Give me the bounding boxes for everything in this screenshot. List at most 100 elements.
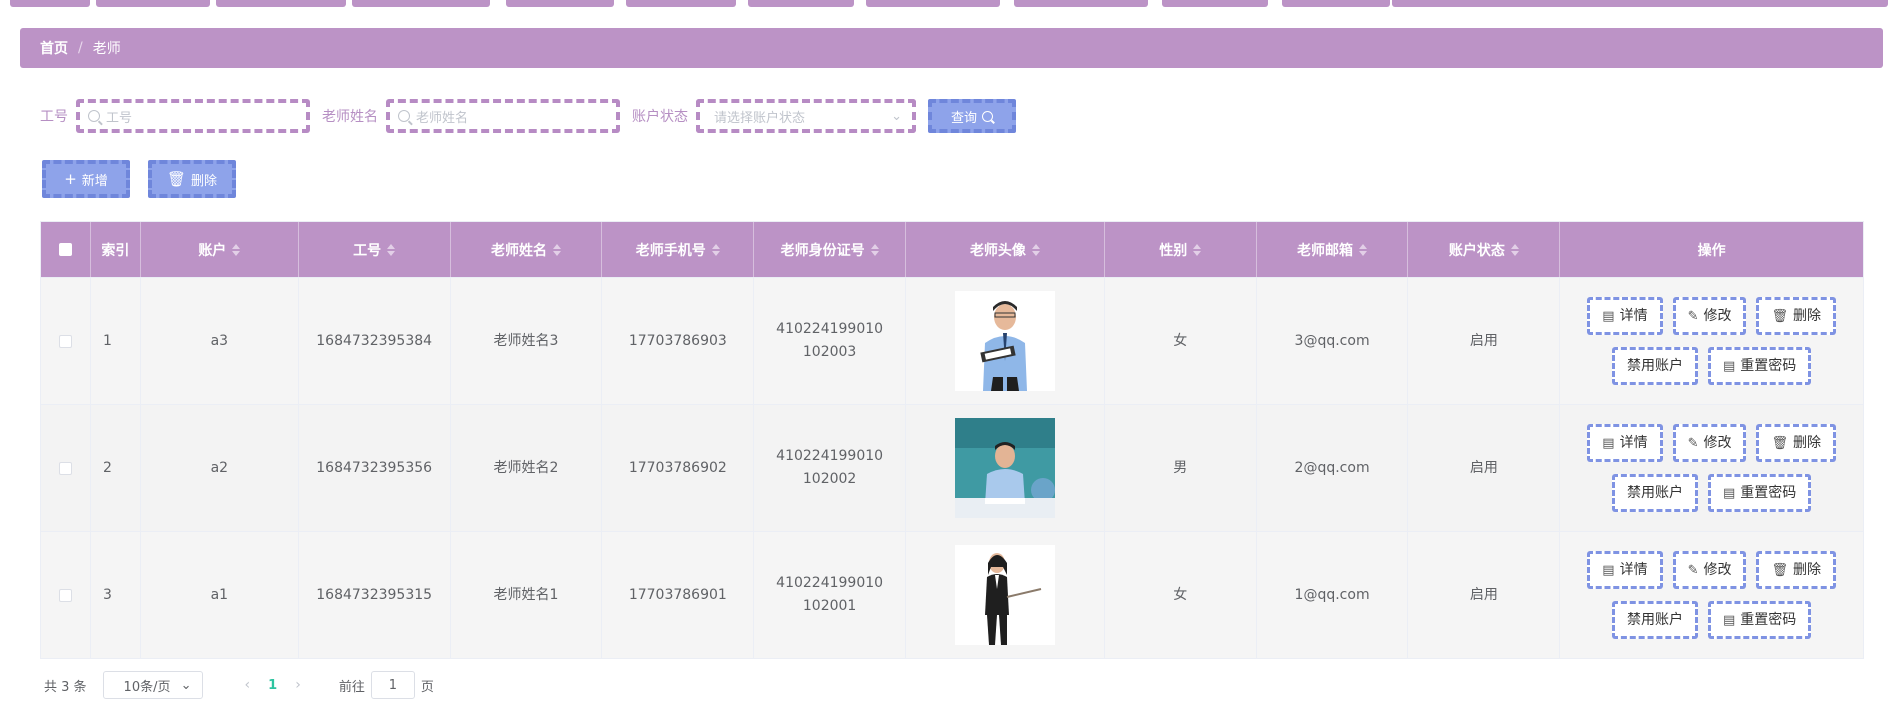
breadcrumb-separator: / (78, 40, 83, 56)
teacher-name-input[interactable]: 老师姓名 (386, 99, 620, 133)
nav-tab[interactable] (1282, 0, 1390, 7)
edit-label: 修改 (1703, 434, 1732, 451)
table-row: 1 a3 1684732395384 老师姓名3 17703786903 410… (41, 277, 1863, 404)
search-icon (88, 110, 100, 122)
phone-cell: 17703786902 (602, 405, 755, 531)
sort-icon[interactable] (387, 243, 396, 256)
document-icon: ▤ (1722, 485, 1736, 501)
add-label: 新增 (81, 173, 108, 189)
delete-button[interactable]: 🗑 删除 (1756, 551, 1836, 589)
sort-icon[interactable] (711, 243, 720, 256)
nav-tab[interactable] (626, 0, 736, 7)
sort-icon[interactable] (870, 243, 879, 256)
breadcrumb: 首页 / 老师 (20, 28, 1883, 68)
nav-tab[interactable] (1392, 0, 1888, 7)
column-label: 老师头像 (969, 242, 1026, 259)
row-checkbox[interactable] (58, 334, 72, 348)
sort-icon[interactable] (1031, 243, 1040, 256)
reset-password-button[interactable]: ▤ 重置密码 (1707, 601, 1812, 639)
select-all-cell (41, 222, 91, 277)
teacher-avatar[interactable] (954, 545, 1055, 645)
document-icon: ▤ (1722, 358, 1736, 374)
search-icon (982, 110, 993, 122)
page-size-select[interactable]: 10条/页 ⌄ (102, 671, 203, 699)
row-checkbox[interactable] (58, 461, 72, 475)
row-checkbox[interactable] (58, 588, 72, 602)
column-header[interactable]: 老师姓名 (451, 222, 603, 277)
nav-tab[interactable] (506, 0, 614, 7)
reset-password-button[interactable]: ▤ 重置密码 (1707, 474, 1812, 512)
pagination: 共 3 条 10条/页 ⌄ ‹ 1 › 前往 1 页 (44, 670, 434, 700)
id-card-cell: 410224199010102001 (754, 532, 907, 658)
next-page-icon[interactable]: › (295, 677, 301, 693)
detail-label: 详情 (1619, 434, 1648, 451)
query-button[interactable]: 查询 (928, 99, 1016, 133)
goto-page-value: 1 (388, 677, 397, 693)
goto-page-input[interactable]: 1 (370, 671, 415, 699)
current-page[interactable]: 1 (268, 678, 277, 693)
job-no-input[interactable]: 工号 (76, 99, 310, 133)
teacher-table: 索引 账户 工号 老师姓名 老师手机号 老师身份证号 老师头像 性别 老师邮箱 … (40, 221, 1864, 659)
edit-button[interactable]: ✎ 修改 (1672, 551, 1747, 589)
email-cell: 3@qq.com (1257, 278, 1409, 404)
column-header[interactable]: 老师身份证号 (754, 222, 907, 277)
edit-button[interactable]: ✎ 修改 (1672, 297, 1747, 335)
pencil-icon: ✎ (1687, 308, 1699, 324)
column-header[interactable]: 老师头像 (906, 222, 1105, 277)
batch-delete-button[interactable]: 🗑 删除 (148, 160, 236, 198)
nav-tab[interactable] (866, 0, 1000, 7)
nav-tab[interactable] (216, 0, 346, 7)
sort-icon[interactable] (1193, 243, 1202, 256)
prev-page-icon[interactable]: ‹ (245, 677, 251, 693)
detail-button[interactable]: ▤ 详情 (1587, 551, 1663, 589)
column-header[interactable]: 老师邮箱 (1257, 222, 1409, 277)
delete-button[interactable]: 🗑 删除 (1756, 424, 1836, 462)
add-button[interactable]: + 新增 (42, 160, 130, 198)
column-header[interactable]: 账户状态 (1408, 222, 1561, 277)
sort-icon[interactable] (1510, 243, 1519, 256)
teacher-avatar[interactable] (954, 418, 1055, 518)
job-no-cell: 1684732395315 (299, 532, 451, 658)
disable-account-button[interactable]: 禁用账户 (1611, 601, 1698, 639)
column-header[interactable]: 性别 (1105, 222, 1257, 277)
reset-password-button[interactable]: ▤ 重置密码 (1707, 347, 1812, 385)
delete-button[interactable]: 🗑 删除 (1756, 297, 1836, 335)
edit-button[interactable]: ✎ 修改 (1672, 424, 1747, 462)
trash-icon: 🗑 (1771, 308, 1788, 324)
index-cell: 3 (91, 532, 141, 658)
plus-icon: + (64, 170, 77, 188)
nav-tab[interactable] (96, 0, 210, 7)
nav-tab[interactable] (352, 0, 490, 7)
disable-account-button[interactable]: 禁用账户 (1611, 347, 1698, 385)
sort-icon[interactable] (552, 243, 561, 256)
nav-tab[interactable] (10, 0, 90, 7)
account-cell: a2 (141, 405, 299, 531)
disable-label: 禁用账户 (1626, 611, 1683, 628)
delete-label: 删除 (1793, 434, 1821, 451)
nav-tab[interactable] (1162, 0, 1268, 7)
nav-tab[interactable] (1014, 0, 1148, 7)
disable-label: 禁用账户 (1626, 357, 1683, 374)
document-icon: ▤ (1602, 435, 1615, 451)
select-all-checkbox[interactable] (58, 243, 72, 256)
sort-icon[interactable] (1359, 243, 1368, 256)
delete-label: 删除 (191, 173, 218, 189)
nav-tab[interactable] (748, 0, 854, 7)
pencil-icon: ✎ (1687, 562, 1699, 578)
column-header: 索引 (91, 222, 141, 277)
id-card-value: 410224199010102003 (776, 321, 884, 360)
account-status-select[interactable]: 请选择账户状态 ⌄ (696, 99, 916, 133)
sort-icon[interactable] (232, 243, 241, 256)
index-cell: 1 (91, 278, 141, 404)
column-header[interactable]: 老师手机号 (602, 222, 755, 277)
id-card-cell: 410224199010102003 (754, 278, 907, 404)
trash-icon: 🗑 (1771, 562, 1788, 578)
column-header[interactable]: 工号 (299, 222, 451, 277)
detail-button[interactable]: ▤ 详情 (1587, 424, 1663, 462)
detail-button[interactable]: ▤ 详情 (1587, 297, 1663, 335)
teacher-avatar[interactable] (954, 291, 1055, 391)
edit-label: 修改 (1703, 307, 1732, 324)
column-header[interactable]: 账户 (141, 222, 299, 277)
breadcrumb-home[interactable]: 首页 (40, 38, 68, 58)
disable-account-button[interactable]: 禁用账户 (1611, 474, 1698, 512)
